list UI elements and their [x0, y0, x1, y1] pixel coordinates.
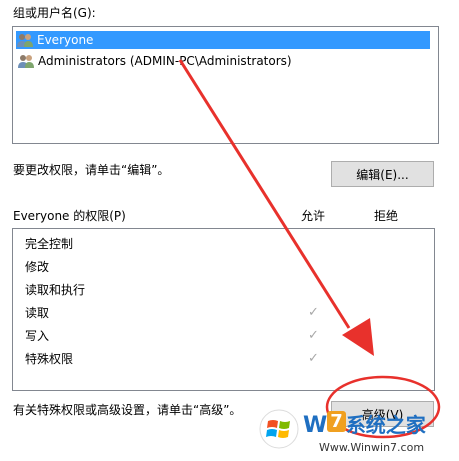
permission-read: 读取: [25, 306, 50, 320]
user-group-icon: [17, 34, 33, 47]
group-or-user-names-label: 组或用户名(G):: [13, 6, 96, 20]
allow-check-icon: ✓: [308, 305, 319, 320]
advanced-settings-hint: 有关特殊权限或高级设置，请单击“高级”。: [13, 403, 242, 417]
user-name: Administrators (ADMIN-PC\Administrators): [38, 54, 292, 68]
permission-write: 写入: [25, 329, 50, 343]
user-name: Everyone: [37, 33, 94, 47]
permission-special: 特殊权限: [25, 352, 74, 366]
watermark-brand-name: 系统之家: [345, 413, 426, 437]
permissions-list[interactable]: 完全控制 修改 读取和执行 读取 写入 特殊权限 ✓ ✓ ✓: [12, 228, 435, 391]
allow-check-icon: ✓: [308, 351, 319, 366]
allow-column-header: 允许: [301, 209, 326, 223]
watermark-brand-prefix: W: [303, 413, 328, 438]
watermark-brand-digit: 7: [327, 411, 346, 432]
allow-check-icon: ✓: [308, 328, 319, 343]
permission-read-execute: 读取和执行: [25, 283, 86, 297]
deny-column-header: 拒绝: [374, 209, 399, 223]
permission-full-control: 完全控制: [25, 237, 74, 251]
permissions-label: Everyone 的权限(P): [13, 209, 126, 223]
watermark-url: Www.Winwin7.com: [319, 441, 425, 454]
user-group-icon: [18, 55, 34, 68]
user-list-item-everyone[interactable]: Everyone: [16, 31, 430, 49]
windows-logo-icon: [259, 409, 299, 449]
edit-button[interactable]: 编辑(E)...: [331, 161, 434, 187]
change-permissions-hint: 要更改权限，请单击“编辑”。: [13, 163, 170, 177]
user-list-item-administrators[interactable]: Administrators (ADMIN-PC\Administrators): [17, 52, 292, 70]
watermark: W 7 系统之家 Www.Winwin7.com: [259, 403, 455, 459]
user-list[interactable]: Everyone Administrators (ADMIN-PC\Admini…: [12, 26, 439, 144]
permission-modify: 修改: [25, 260, 50, 274]
